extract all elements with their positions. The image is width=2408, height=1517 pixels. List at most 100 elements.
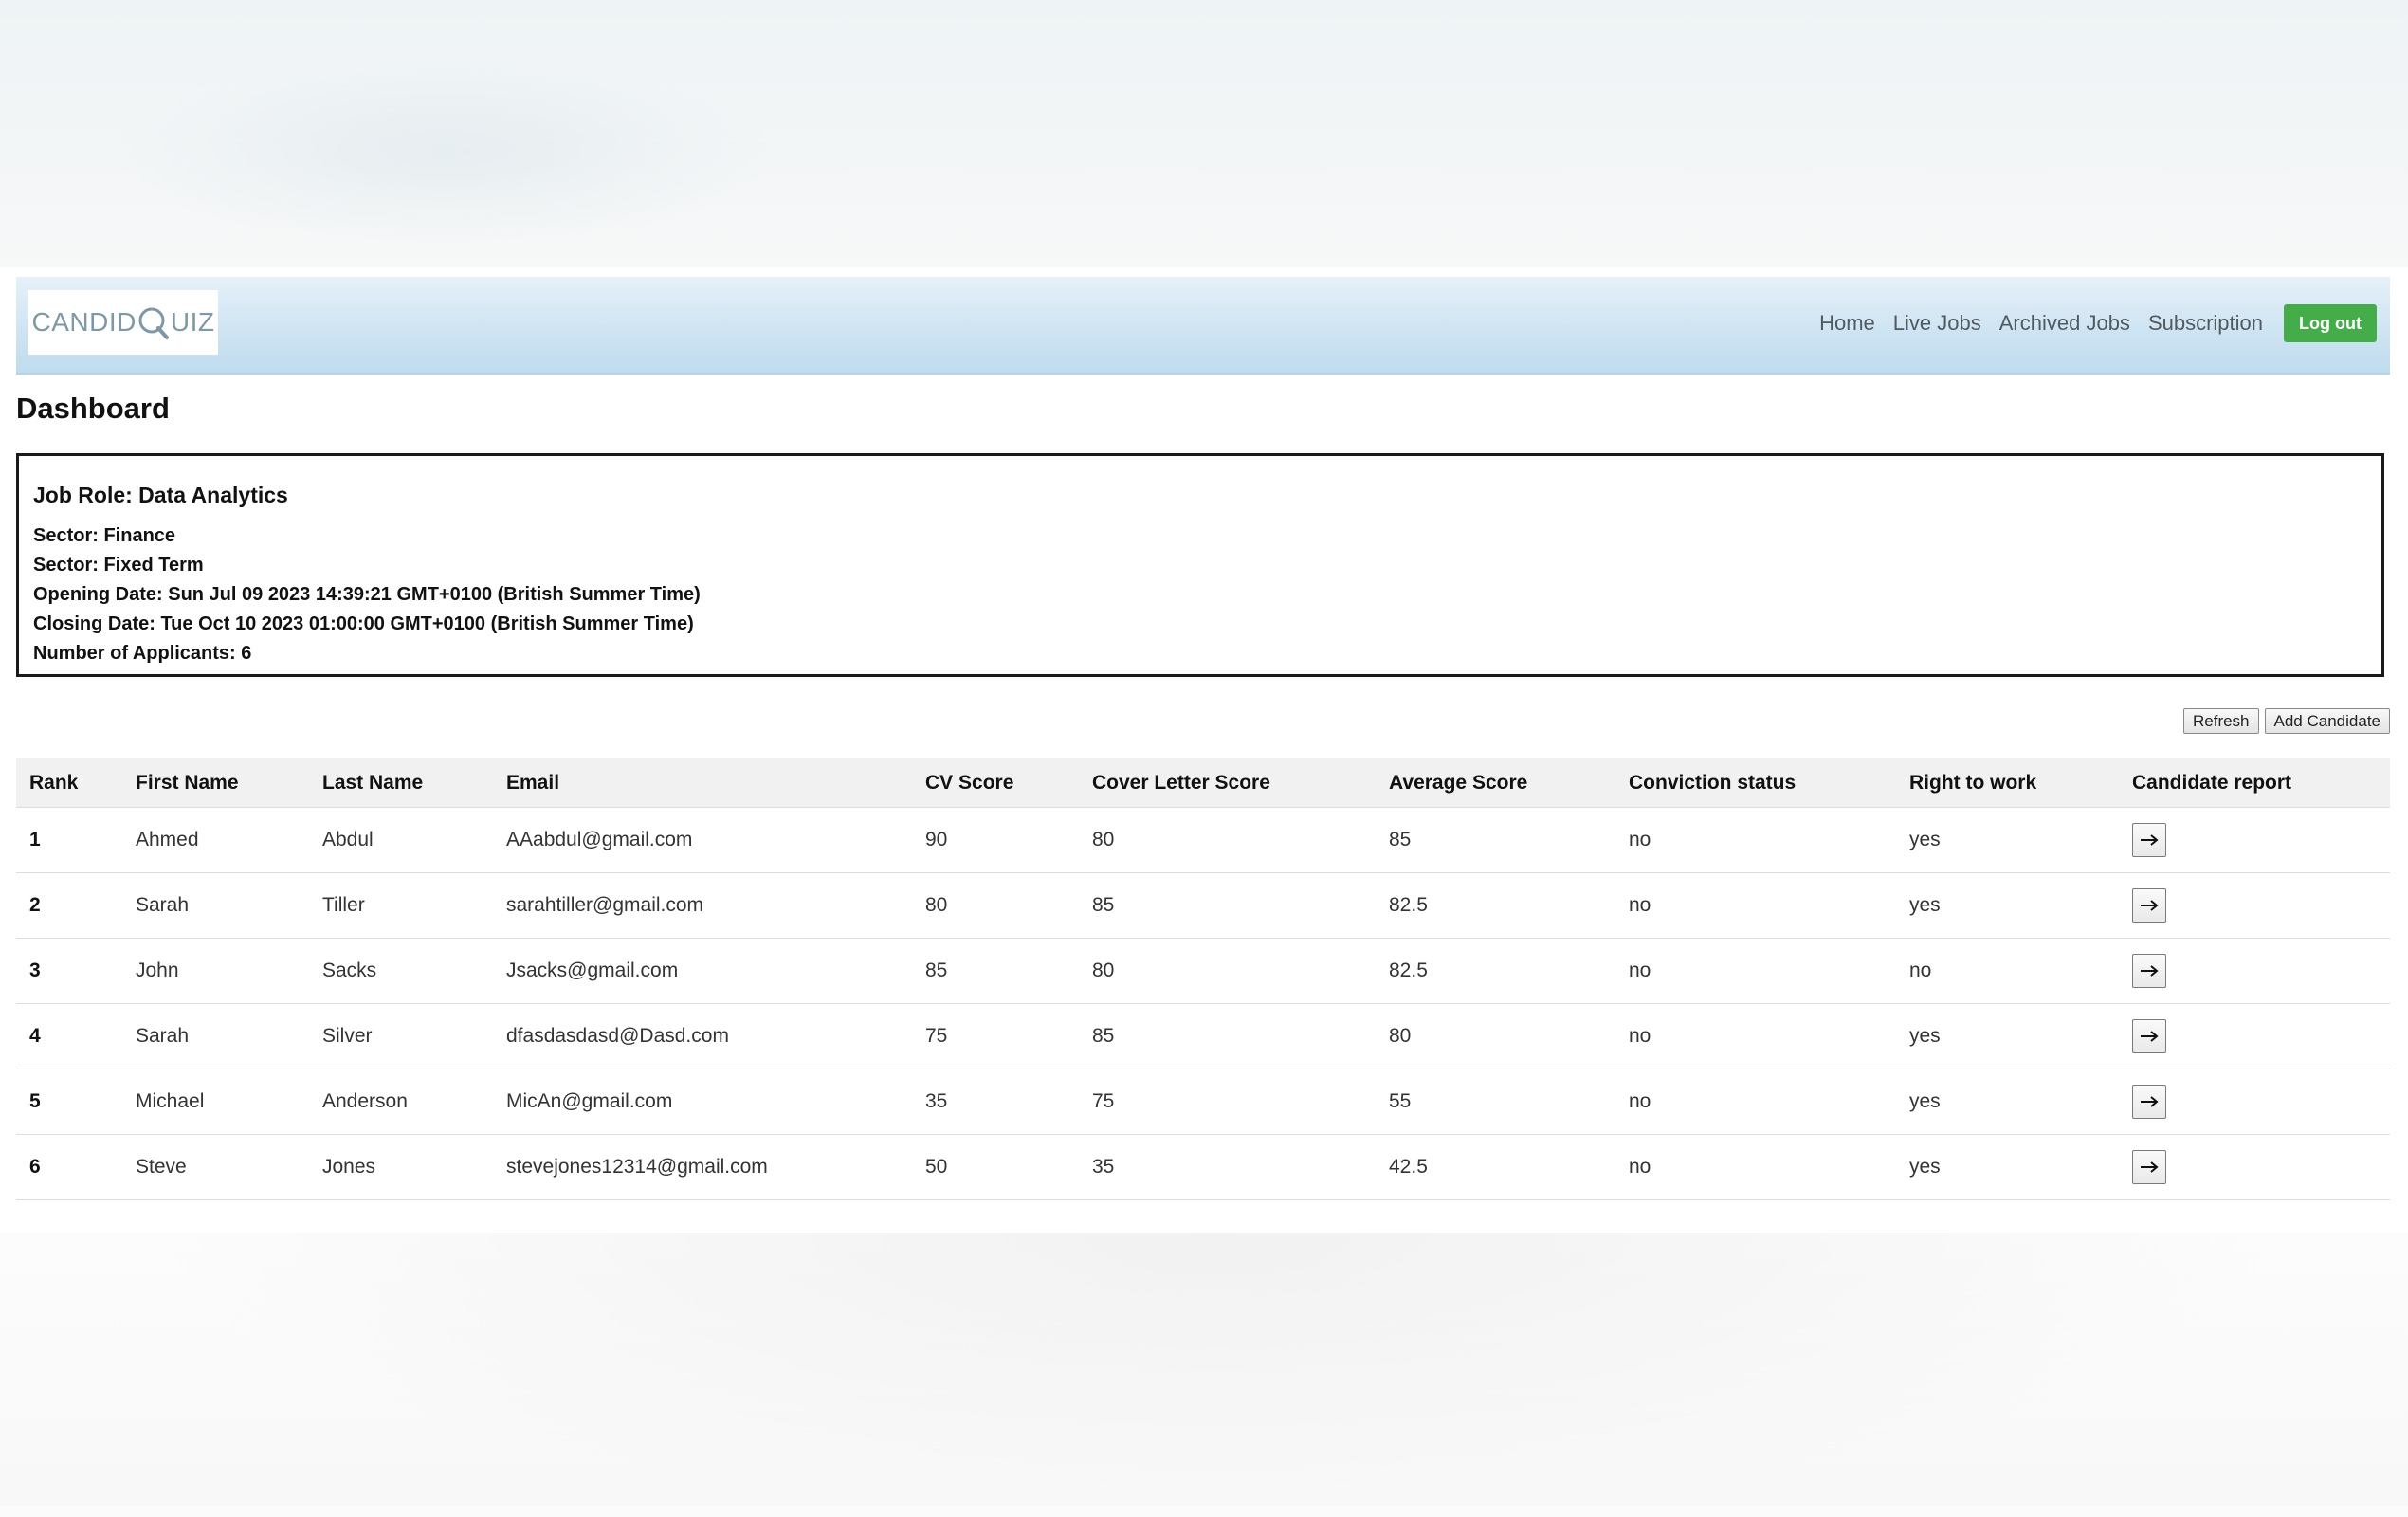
cell-conviction-status: no (1615, 938, 1896, 1004)
cell-average-score: 80 (1376, 1003, 1615, 1069)
table-actions: Refresh Add Candidate (2178, 708, 2390, 734)
cell-cover-letter-score: 85 (1079, 872, 1376, 939)
column-header-first-name: First Name (122, 758, 309, 808)
arrow-right-icon (2141, 1161, 2159, 1173)
cell-average-score: 82.5 (1376, 938, 1615, 1004)
nav-subscription-link[interactable]: Subscription (2148, 311, 2263, 336)
cell-first-name: Michael (122, 1069, 309, 1135)
cell-cv-score: 90 (912, 807, 1079, 873)
column-header-rank: Rank (16, 758, 122, 808)
cell-average-score: 82.5 (1376, 872, 1615, 939)
arrow-right-icon (2141, 1096, 2159, 1107)
refresh-button[interactable]: Refresh (2182, 708, 2259, 734)
view-report-button[interactable] (2132, 1085, 2166, 1119)
cell-average-score: 85 (1376, 807, 1615, 873)
cell-cover-letter-score: 85 (1079, 1003, 1376, 1069)
cell-cv-score: 85 (912, 938, 1079, 1004)
nav-live-jobs-link[interactable]: Live Jobs (1893, 311, 1981, 336)
job-opening-date: Opening Date: Sun Jul 09 2023 14:39:21 G… (33, 584, 701, 605)
cell-right-to-work: yes (1896, 872, 2119, 939)
cell-first-name: Sarah (122, 1003, 309, 1069)
cell-conviction-status: no (1615, 872, 1896, 939)
logo-text-right: UIZ (170, 307, 215, 337)
cell-email: Jsacks@gmail.com (493, 938, 912, 1004)
nav-archived-jobs-link[interactable]: Archived Jobs (1999, 311, 2130, 336)
job-sector-type: Sector: Fixed Term (33, 555, 204, 576)
cell-rank: 3 (16, 938, 122, 1004)
cell-candidate-report (2119, 1069, 2390, 1135)
top-background (0, 0, 2408, 267)
page-container: CANDID UIZ Home Live Jobs Archived Jobs … (0, 267, 2408, 1233)
table-row: 5 Michael Anderson MicAn@gmail.com 35 75… (16, 1069, 2390, 1135)
column-header-email: Email (493, 758, 912, 808)
job-role: Job Role: Data Analytics (33, 483, 288, 507)
add-candidate-button[interactable]: Add Candidate (2264, 708, 2390, 734)
cell-conviction-status: no (1615, 1003, 1896, 1069)
cell-last-name: Jones (309, 1134, 493, 1200)
cell-cv-score: 35 (912, 1069, 1079, 1135)
logo[interactable]: CANDID UIZ (28, 290, 218, 355)
cell-conviction-status: no (1615, 1069, 1896, 1135)
cell-candidate-report (2119, 872, 2390, 939)
view-report-button[interactable] (2132, 1150, 2166, 1184)
cell-average-score: 55 (1376, 1069, 1615, 1135)
column-header-candidate-report: Candidate report (2119, 758, 2390, 808)
view-report-button[interactable] (2132, 1019, 2166, 1053)
cell-candidate-report (2119, 1134, 2390, 1200)
cell-cover-letter-score: 80 (1079, 938, 1376, 1004)
cell-right-to-work: no (1896, 938, 2119, 1004)
cell-conviction-status: no (1615, 807, 1896, 873)
table-row: 6 Steve Jones stevejones12314@gmail.com … (16, 1134, 2390, 1200)
cell-email: sarahtiller@gmail.com (493, 872, 912, 939)
cell-email: MicAn@gmail.com (493, 1069, 912, 1135)
cell-rank: 2 (16, 872, 122, 939)
column-header-cover-letter-score: Cover Letter Score (1079, 758, 1376, 808)
column-header-cv-score: CV Score (912, 758, 1079, 808)
cell-rank: 1 (16, 807, 122, 873)
page-title: Dashboard (16, 392, 170, 425)
table-row: 2 Sarah Tiller sarahtiller@gmail.com 80 … (16, 872, 2390, 939)
job-sector: Sector: Finance (33, 525, 176, 546)
view-report-button[interactable] (2132, 954, 2166, 988)
cell-right-to-work: yes (1896, 1069, 2119, 1135)
table-row: 3 John Sacks Jsacks@gmail.com 85 80 82.5… (16, 938, 2390, 1004)
cell-cv-score: 80 (912, 872, 1079, 939)
column-header-last-name: Last Name (309, 758, 493, 808)
cell-last-name: Abdul (309, 807, 493, 873)
logo-text-left: CANDID (31, 307, 137, 337)
job-details-panel: Job Role: Data Analytics Sector: Finance… (16, 453, 2384, 677)
cell-email: stevejones12314@gmail.com (493, 1134, 912, 1200)
view-report-button[interactable] (2132, 823, 2166, 857)
column-header-average-score: Average Score (1376, 758, 1615, 808)
cell-cv-score: 50 (912, 1134, 1079, 1200)
job-applicant-count: Number of Applicants: 6 (33, 643, 252, 664)
column-header-conviction-status: Conviction status (1615, 758, 1896, 808)
table-row: 1 Ahmed Abdul AAabdul@gmail.com 90 80 85… (16, 807, 2390, 873)
table-row: 4 Sarah Silver dfasdasdasd@Dasd.com 75 8… (16, 1003, 2390, 1069)
cell-right-to-work: yes (1896, 807, 2119, 873)
arrow-right-icon (2141, 1031, 2159, 1042)
arrow-right-icon (2141, 900, 2159, 911)
view-report-button[interactable] (2132, 888, 2166, 923)
cell-first-name: Ahmed (122, 807, 309, 873)
logout-button[interactable]: Log out (2284, 304, 2377, 342)
cell-rank: 6 (16, 1134, 122, 1200)
arrow-right-icon (2141, 834, 2159, 846)
navbar: CANDID UIZ Home Live Jobs Archived Jobs … (16, 277, 2390, 375)
cell-first-name: Steve (122, 1134, 309, 1200)
cell-email: AAabdul@gmail.com (493, 807, 912, 873)
magnifier-q-icon (137, 304, 170, 340)
cell-cover-letter-score: 35 (1079, 1134, 1376, 1200)
cell-first-name: John (122, 938, 309, 1004)
nav-home-link[interactable]: Home (1819, 311, 1875, 336)
cell-last-name: Tiller (309, 872, 493, 939)
cell-candidate-report (2119, 938, 2390, 1004)
cell-conviction-status: no (1615, 1134, 1896, 1200)
cell-right-to-work: yes (1896, 1003, 2119, 1069)
cell-average-score: 42.5 (1376, 1134, 1615, 1200)
table-header-row: Rank First Name Last Name Email CV Score… (16, 758, 2390, 808)
cell-right-to-work: yes (1896, 1134, 2119, 1200)
arrow-right-icon (2141, 965, 2159, 977)
bottom-background (0, 1233, 2408, 1517)
nav-links: Home Live Jobs Archived Jobs Subscriptio… (1801, 304, 2377, 342)
